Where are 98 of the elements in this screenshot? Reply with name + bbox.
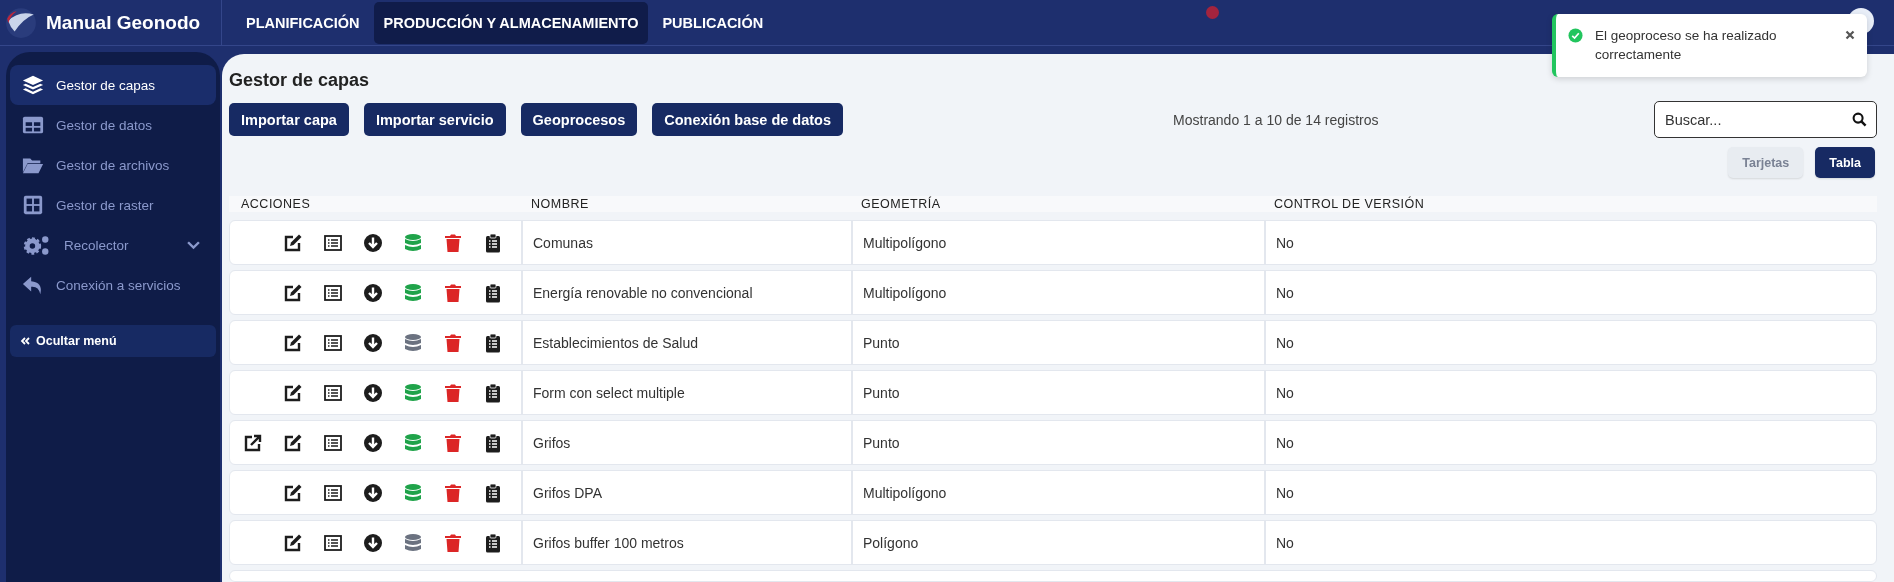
sidebar-item[interactable]: Gestor de capas <box>10 65 216 105</box>
trash-icon[interactable] <box>443 532 463 553</box>
clipboard-icon[interactable] <box>483 432 503 453</box>
table-cell: No <box>1264 371 1876 414</box>
table-cell: No <box>1264 421 1876 464</box>
table-cell: Multipolígono <box>851 221 1264 264</box>
list-icon[interactable] <box>323 532 343 553</box>
download-icon[interactable] <box>363 282 383 303</box>
column-header: CONTROL DE VERSIÓN <box>1273 197 1426 211</box>
clipboard-icon[interactable] <box>483 332 503 353</box>
table-cell: Grifos buffer 100 metros <box>521 521 851 564</box>
sidebar-item[interactable]: Recolector <box>10 225 216 265</box>
table-cell: Punto <box>851 421 1264 464</box>
close-icon[interactable] <box>1845 30 1855 40</box>
table-cell: Multipolígono <box>851 471 1264 514</box>
trash-icon[interactable] <box>443 482 463 503</box>
database-icon[interactable] <box>403 282 423 303</box>
list-icon[interactable] <box>323 232 343 253</box>
edit-icon[interactable] <box>283 232 303 253</box>
action-button[interactable]: Importar servicio <box>363 103 506 136</box>
column-header: ACCIONES <box>240 197 312 211</box>
hide-menu-button[interactable]: Ocultar menú <box>10 325 216 357</box>
list-icon[interactable] <box>323 282 343 303</box>
database-icon[interactable] <box>403 232 423 253</box>
view-toggle[interactable]: Tabla <box>1815 147 1875 178</box>
download-icon[interactable] <box>363 332 383 353</box>
nav-tab[interactable]: PUBLICACIÓN <box>652 1 774 44</box>
action-button[interactable]: Importar capa <box>229 103 349 136</box>
search-field[interactable]: Buscar... <box>1654 101 1877 138</box>
clipboard-icon[interactable] <box>483 532 503 553</box>
download-icon[interactable] <box>363 432 383 453</box>
edit-icon[interactable] <box>283 382 303 403</box>
database-icon[interactable] <box>403 482 423 503</box>
database-icon[interactable] <box>403 532 423 553</box>
table-icon <box>22 114 44 136</box>
notification-dot <box>1206 6 1219 19</box>
action-button[interactable]: Geoprocesos <box>520 103 638 136</box>
list-icon[interactable] <box>323 382 343 403</box>
records-info: Mostrando 1 a 10 de 14 registros <box>1173 111 1379 128</box>
list-icon[interactable] <box>323 332 343 353</box>
download-icon[interactable] <box>363 382 383 403</box>
download-icon[interactable] <box>363 482 383 503</box>
layers-icon <box>22 74 44 96</box>
edit-icon[interactable] <box>283 282 303 303</box>
list-icon[interactable] <box>323 432 343 453</box>
reply-icon <box>22 274 44 296</box>
clipboard-icon[interactable] <box>483 482 503 503</box>
column-header: GEOMETRÍA <box>860 197 942 211</box>
table-cell: Grifos DPA <box>521 471 851 514</box>
sidebar-item[interactable]: Conexión a servicios <box>10 265 216 305</box>
database-icon[interactable] <box>403 332 423 353</box>
table-cell: Multipolígono <box>851 271 1264 314</box>
trash-icon[interactable] <box>443 432 463 453</box>
trash-icon[interactable] <box>443 382 463 403</box>
edit-icon[interactable] <box>283 432 303 453</box>
table-cell: No <box>1264 321 1876 364</box>
trash-icon[interactable] <box>443 232 463 253</box>
sidebar-item[interactable]: Gestor de datos <box>10 105 216 145</box>
search-icon <box>1852 112 1867 127</box>
action-button[interactable]: Conexión base de datos <box>652 103 844 136</box>
download-icon[interactable] <box>363 532 383 553</box>
double-chevron-icon <box>20 337 30 345</box>
table-cell: Establecimientos de Salud <box>521 321 851 364</box>
logo-icon <box>4 5 38 40</box>
clipboard-icon[interactable] <box>483 232 503 253</box>
table-cell: No <box>1264 521 1876 564</box>
table-cell: Polígono <box>851 521 1264 564</box>
database-icon[interactable] <box>403 432 423 453</box>
check-icon <box>1568 28 1583 43</box>
grid-icon <box>22 194 44 216</box>
table-cell: Form con select multiple <box>521 371 851 414</box>
table-cell: No <box>1264 221 1876 264</box>
table-cell: Energía renovable no convencional <box>521 271 851 314</box>
edit-icon[interactable] <box>283 482 303 503</box>
toast-message: El geoproceso se ha realizado correctamente <box>1595 27 1778 64</box>
app-title: Manual Geonodo <box>46 11 201 34</box>
external-link-icon[interactable] <box>243 432 263 453</box>
table-cell: No <box>1264 271 1876 314</box>
nav-tab[interactable]: PRODUCCIÓN Y ALMACENAMIENTO <box>373 1 649 44</box>
edit-icon[interactable] <box>283 332 303 353</box>
clipboard-icon[interactable] <box>483 382 503 403</box>
table-cell: Comunas <box>521 221 851 264</box>
sidebar-item[interactable]: Gestor de raster <box>10 185 216 225</box>
edit-icon[interactable] <box>283 532 303 553</box>
download-icon[interactable] <box>363 232 383 253</box>
list-icon[interactable] <box>323 482 343 503</box>
table-cell: Punto <box>851 371 1264 414</box>
sidebar-item[interactable]: Gestor de archivos <box>10 145 216 185</box>
database-icon[interactable] <box>403 382 423 403</box>
table-cell: Grifos <box>521 421 851 464</box>
page-title: Gestor de capas <box>229 70 371 91</box>
trash-icon[interactable] <box>443 332 463 353</box>
nav-tab[interactable]: PLANIFICACIÓN <box>236 1 370 44</box>
column-header: NOMBRE <box>530 197 590 211</box>
trash-icon[interactable] <box>443 282 463 303</box>
table-cell: Punto <box>851 321 1264 364</box>
table-cell: No <box>1264 471 1876 514</box>
clipboard-icon[interactable] <box>483 282 503 303</box>
